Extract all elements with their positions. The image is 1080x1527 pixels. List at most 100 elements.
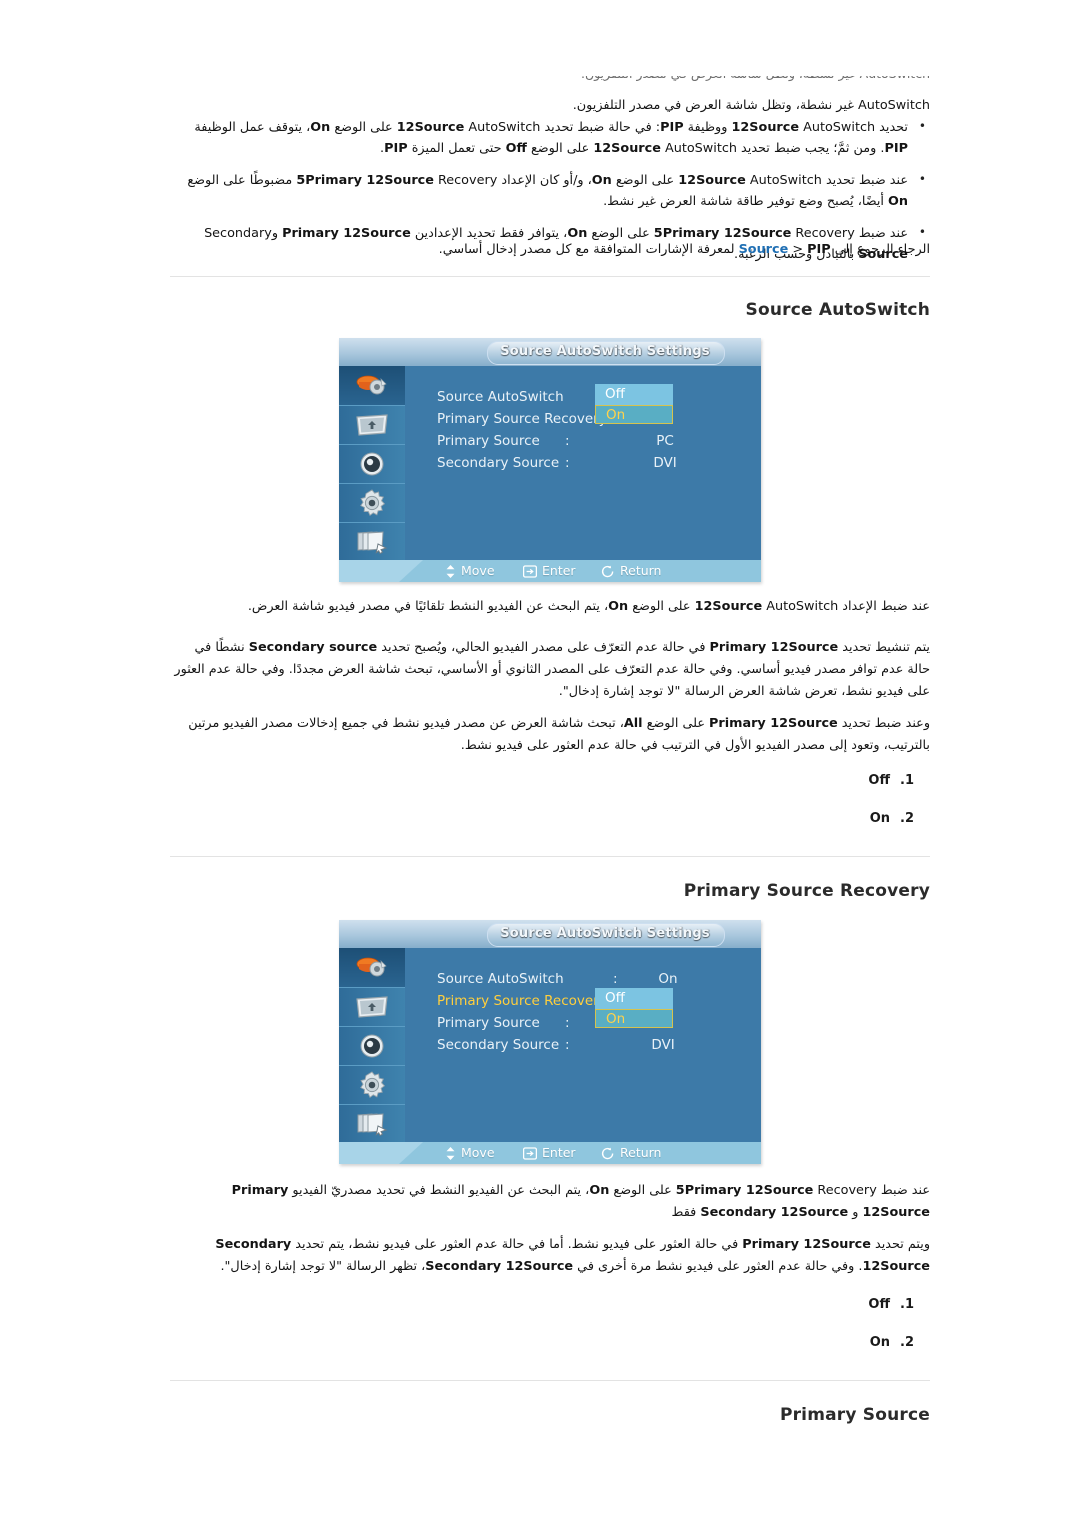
section-divider	[170, 1380, 930, 1381]
osd-row-label: Secondary Source	[437, 452, 559, 474]
page-title-primary-source-recovery: Primary Source Recovery	[170, 881, 930, 901]
reference-note: الرجاء الرجوع إلى Source > PIP لمعرفة ال…	[170, 239, 930, 260]
option-label: Off	[868, 1297, 890, 1312]
osd-hint-label: Return	[620, 560, 661, 582]
osd-row-colon: :	[565, 1012, 570, 1034]
osd-row-label: Source AutoSwitch	[437, 968, 564, 990]
move-icon	[445, 1147, 456, 1160]
option-number: 1.	[900, 1297, 914, 1312]
intro-line-text: AutoSwitch غير نشطة، وتظل شاشة العرض في …	[573, 98, 930, 113]
multi-control-icon[interactable]	[339, 1104, 405, 1143]
osd-row-label: Primary Source	[437, 430, 540, 452]
section1-paragraph-3: وعند ضبط تحديد Primary 12Source على ا…	[170, 713, 930, 757]
return-icon	[601, 1147, 615, 1160]
osd-row-source-autoswitch[interactable]: Source AutoSwitch :	[437, 386, 747, 408]
sound-icon[interactable]	[339, 444, 405, 484]
move-icon	[445, 565, 456, 578]
osd-title: Source AutoSwitch Settings	[487, 924, 723, 944]
osd-row-label: Source AutoSwitch	[437, 386, 564, 408]
option-label: Off	[868, 773, 890, 788]
osd-row-label: Primary Source	[437, 1012, 540, 1034]
osd-row-secondary-source[interactable]: Secondary Source : DVI	[437, 452, 747, 474]
osd-title: Source AutoSwitch Settings	[487, 342, 723, 362]
osd-sidebar	[339, 948, 405, 1142]
osd-row-colon: :	[565, 452, 570, 474]
picture-icon[interactable]	[339, 987, 405, 1027]
osd-hint-label: Enter	[542, 1142, 576, 1164]
osd-row-value: DVI	[633, 1034, 693, 1056]
osd-settings-list: Source AutoSwitch : Primary Source Recov…	[437, 386, 747, 474]
osd-body: Source AutoSwitch : On Primary Source Re…	[405, 948, 761, 1142]
sound-icon[interactable]	[339, 1026, 405, 1066]
document-page: AutoSwitch غير نشطة، وتظل شاشة العرض في …	[0, 0, 1080, 1527]
osd-dropdown-option-off[interactable]: Off	[595, 384, 673, 405]
osd-sidebar	[339, 366, 405, 560]
osd-row-label: Secondary Source	[437, 1034, 559, 1056]
bullet-item: تحديد 12Source AutoSwitch ووظيفة PIP:…	[170, 117, 930, 159]
osd-row-value: On	[633, 968, 703, 990]
section-divider	[170, 856, 930, 857]
setup-icon[interactable]	[339, 1065, 405, 1105]
osd-hint-bar: Move Enter Return	[339, 1142, 761, 1164]
option-item-off[interactable]: 1. Off	[170, 762, 930, 800]
osd-row-primary-source-recovery[interactable]: Primary Source Recovery :	[437, 990, 747, 1012]
osd-hint-move: Move	[445, 1142, 495, 1164]
section1-paragraph-2: يتم تنشيط تحديد Primary 12Source في ح…	[170, 637, 930, 703]
osd-row-primary-source[interactable]: Primary Source : PC	[437, 430, 747, 452]
option-item-off[interactable]: 1. Off	[170, 1286, 930, 1324]
osd-dropdown-option-off[interactable]: Off	[595, 988, 673, 1009]
osd-hint-notch	[399, 1142, 423, 1164]
osd-hint-label: Return	[620, 1142, 661, 1164]
osd-dropdown-primary-source-recovery[interactable]: Off On	[595, 988, 673, 1028]
osd-body: Source AutoSwitch : Primary Source Recov…	[405, 366, 761, 560]
osd-row-primary-source-recovery[interactable]: Primary Source Recovery :	[437, 408, 747, 430]
osd-dropdown-option-on[interactable]: On	[595, 405, 673, 424]
intro-line: AutoSwitch غير نشطة، وتظل شاشة العرض في …	[170, 96, 930, 116]
osd-hint-move: Move	[445, 560, 495, 582]
osd-hint-return: Return	[601, 1142, 661, 1164]
section2-paragraph-2: ويتم تحديد Primary 12Source في حالة ا…	[170, 1234, 930, 1278]
section-divider	[170, 276, 930, 277]
osd-hint-bar: Move Enter Return	[339, 560, 761, 582]
osd-screenshot-primary-source-recovery: Source AutoSwitch Settings Source AutoSw…	[339, 920, 761, 1164]
section1-paragraph-1: عند ضبط الإعداد 12Source AutoSwitch ع…	[170, 596, 930, 618]
osd-hint-enter: Enter	[523, 560, 576, 582]
osd-settings-list: Source AutoSwitch : On Primary Source Re…	[437, 968, 747, 1056]
option-item-on[interactable]: 2. On	[170, 800, 930, 838]
bullet-item: عند ضبط تحديد 12Source AutoSwitch على…	[170, 170, 930, 212]
osd-hint-label: Move	[461, 560, 495, 582]
osd-dropdown-source-autoswitch[interactable]: Off On	[595, 384, 673, 424]
option-number: 1.	[900, 773, 914, 788]
osd-screenshot-source-autoswitch: Source AutoSwitch Settings Source AutoSw…	[339, 338, 761, 582]
clipped-top-text-line: AutoSwitch غير نشطة، وتظل شاشة العرض في …	[170, 76, 930, 84]
option-number: 2.	[900, 1335, 914, 1350]
input-source-icon[interactable]	[339, 948, 405, 988]
multi-control-icon[interactable]	[339, 522, 405, 561]
section2-option-list: 1. Off 2. On	[170, 1286, 930, 1362]
osd-row-colon: :	[565, 430, 570, 452]
return-icon	[601, 565, 615, 578]
input-source-icon[interactable]	[339, 366, 405, 406]
setup-icon[interactable]	[339, 483, 405, 523]
option-item-on[interactable]: 2. On	[170, 1324, 930, 1362]
osd-hint-notch	[399, 560, 423, 582]
section2-paragraph-1: عند ضبط 5Primary 12Source Recovery…	[170, 1180, 930, 1224]
osd-hint-label: Move	[461, 1142, 495, 1164]
osd-row-source-autoswitch[interactable]: Source AutoSwitch : On	[437, 968, 747, 990]
osd-dropdown-option-on[interactable]: On	[595, 1009, 673, 1028]
osd-hint-tab	[339, 560, 405, 582]
picture-icon[interactable]	[339, 405, 405, 445]
enter-icon	[523, 565, 537, 578]
osd-row-primary-source[interactable]: Primary Source :	[437, 1012, 747, 1034]
osd-row-label: Primary Source Recovery	[437, 408, 607, 430]
section1-option-list: 1. Off 2. On	[170, 762, 930, 838]
osd-row-value: DVI	[635, 452, 695, 474]
osd-row-secondary-source[interactable]: Secondary Source : DVI	[437, 1034, 747, 1056]
osd-hint-label: Enter	[542, 560, 576, 582]
osd-hint-return: Return	[601, 560, 661, 582]
option-label: On	[870, 1335, 890, 1350]
osd-hint-tab	[339, 1142, 405, 1164]
page-title-source-autoswitch: Source AutoSwitch	[170, 300, 930, 320]
option-number: 2.	[900, 811, 914, 826]
enter-icon	[523, 1147, 537, 1160]
